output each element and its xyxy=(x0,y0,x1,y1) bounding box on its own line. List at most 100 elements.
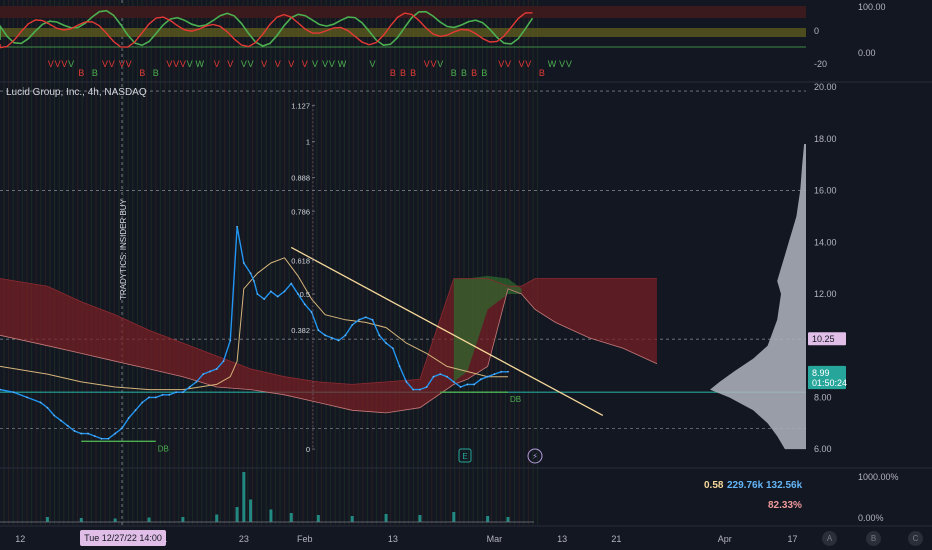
volume-bar xyxy=(384,514,388,522)
signal-marker: W xyxy=(196,59,205,69)
price-point xyxy=(303,303,306,306)
volume-bar xyxy=(289,513,293,522)
price-point xyxy=(324,334,327,337)
price-point xyxy=(317,329,320,332)
signal-marker: V xyxy=(312,59,318,69)
time-axis-tick: 13 xyxy=(388,534,398,544)
signal-marker: V xyxy=(261,59,267,69)
price-axis-tick: 8.00 xyxy=(814,392,832,402)
signal-marker: V xyxy=(437,59,443,69)
price-point xyxy=(148,396,150,399)
chart-canvas[interactable]: V V V VB BV V V VB BV V V V W V V V V V V V V V V V W VB B BV V VB B B B… xyxy=(0,0,932,550)
price-point xyxy=(127,417,130,419)
time-axis-tick: 17 xyxy=(787,534,797,544)
signal-marker: V xyxy=(566,59,572,69)
signal-marker: V xyxy=(248,59,254,69)
support-line-label: DB xyxy=(158,444,169,453)
price-point xyxy=(337,339,340,342)
price-axis-tick: 20.00 xyxy=(814,82,837,92)
volume-bar xyxy=(235,507,239,522)
signal-marker: V xyxy=(48,59,54,69)
price-point xyxy=(256,293,259,295)
price-point xyxy=(263,298,266,301)
volume-bar xyxy=(506,517,510,522)
axis-button-c[interactable]: C xyxy=(908,531,923,546)
osc-axis-label: 0.00 xyxy=(858,48,876,58)
price-point xyxy=(310,311,313,313)
price-point xyxy=(459,386,462,388)
time-axis-tick: 21 xyxy=(611,534,621,544)
signal-marker: V xyxy=(214,59,220,69)
price-axis-tick: 14.00 xyxy=(814,237,837,247)
signal-marker: V xyxy=(187,59,193,69)
volume-bar xyxy=(249,499,253,522)
price-point xyxy=(479,378,482,381)
price-point xyxy=(60,419,62,422)
axis-button-b[interactable]: B xyxy=(866,531,881,546)
price-point xyxy=(46,406,49,409)
volume-bar xyxy=(215,514,219,522)
price-point xyxy=(209,370,211,373)
volume-axis-label: 1000.00% xyxy=(858,472,899,482)
axis-button-a[interactable]: A xyxy=(822,531,837,546)
price-point xyxy=(121,427,123,430)
price-point xyxy=(100,437,103,440)
volume-bar xyxy=(242,472,246,522)
price-point xyxy=(87,432,89,435)
volume-bar xyxy=(45,517,49,522)
crosshair-date-badge: Tue 12/27/22 14:00 xyxy=(80,530,166,546)
price-point xyxy=(486,375,489,378)
signal-marker: B xyxy=(461,68,467,78)
price-point xyxy=(134,409,137,412)
price-point xyxy=(405,380,408,383)
price-point xyxy=(283,290,286,293)
price-axis-tick: 16.00 xyxy=(814,186,837,196)
price-point xyxy=(181,391,184,394)
price-point xyxy=(188,386,191,388)
price-point xyxy=(507,370,509,373)
signal-marker: W xyxy=(548,59,557,69)
symbol-title[interactable]: Lucid Group, Inc., 4h, NASDAQ xyxy=(6,87,147,98)
signal-marker: V xyxy=(322,59,328,69)
price-point xyxy=(141,401,144,404)
signal-marker: W xyxy=(338,59,347,69)
fib-level-label: 0.888 xyxy=(291,174,310,183)
volume-axis-label: 0.00% xyxy=(858,513,884,523)
price-point xyxy=(364,316,367,319)
price-point xyxy=(432,375,435,378)
price-point xyxy=(114,432,117,435)
signal-marker: B xyxy=(471,68,477,78)
signal-marker: V xyxy=(126,59,132,69)
volume-bar xyxy=(418,515,422,522)
price-axis-tick: 18.00 xyxy=(814,134,837,144)
price-point xyxy=(371,318,374,321)
price-point xyxy=(500,370,503,373)
signal-marker: V xyxy=(119,59,125,69)
osc-axis-label: 0 xyxy=(814,26,819,36)
earnings-icon-glyph: E xyxy=(462,452,467,461)
signal-marker: B xyxy=(410,68,416,78)
signal-marker: B xyxy=(139,68,145,78)
signal-marker: B xyxy=(390,68,396,78)
price-point xyxy=(175,391,178,394)
volume-bar xyxy=(79,518,83,522)
price-point xyxy=(452,380,455,383)
stat-value-c: 132.56k xyxy=(766,480,803,491)
dividend-icon-glyph: ⚡ xyxy=(532,452,538,461)
insider-buy-note: TRADYTICS: INSIDER BUY xyxy=(119,198,128,300)
signal-marker: V xyxy=(329,59,335,69)
signal-marker: V xyxy=(102,59,108,69)
signal-marker: V xyxy=(61,59,67,69)
signal-marker: V xyxy=(302,59,308,69)
price-point xyxy=(229,339,232,342)
signal-marker: V xyxy=(241,59,247,69)
stat-value-d: 82.33% xyxy=(768,500,802,511)
signal-marker: B xyxy=(451,68,457,78)
signal-marker: B xyxy=(92,68,98,78)
price-point xyxy=(378,334,381,337)
price-point xyxy=(53,414,56,417)
price-point xyxy=(215,368,218,370)
osc-axis-label: -20 xyxy=(814,59,827,69)
price-point xyxy=(80,432,83,435)
fib-level-label: 0.382 xyxy=(291,326,310,335)
